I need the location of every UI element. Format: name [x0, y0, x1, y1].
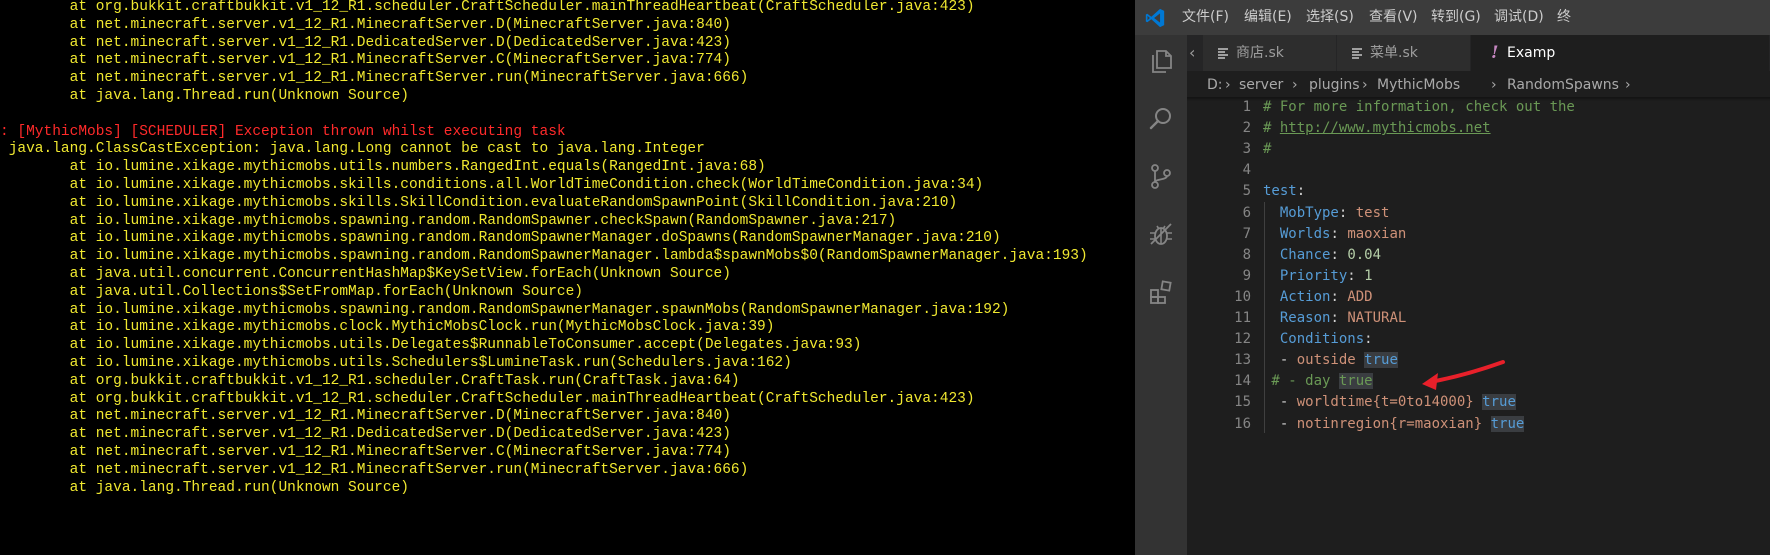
line-number: 3 [1242, 141, 1251, 158]
source-control-icon[interactable] [1147, 162, 1175, 190]
console-line: at net.minecraft.server.v1_12_R1.Dedicat… [0, 426, 731, 443]
code-line[interactable]: - notinregion{r=maoxian} true [1263, 414, 1525, 435]
line-number: 16 [1234, 415, 1251, 432]
line-number: 9 [1242, 267, 1251, 284]
console-line: at io.lumine.xikage.mythicmobs.spawning.… [0, 230, 1001, 247]
console-line: at io.lumine.xikage.mythicmobs.clock.Myt… [0, 319, 775, 336]
line-number: 5 [1242, 183, 1251, 200]
activity-bar [1135, 35, 1187, 555]
console-line: at io.lumine.xikage.mythicmobs.utils.num… [0, 159, 766, 176]
code-line[interactable]: - outside true [1263, 350, 1398, 371]
menu-debug[interactable]: 调试(D) [1494, 0, 1544, 35]
console-line: at net.minecraft.server.v1_12_R1.Minecra… [0, 444, 731, 460]
console-line: at org.bukkit.craftbukkit.v1_12_R1.sched… [0, 0, 975, 15]
console-line: at net.minecraft.server.v1_12_R1.Minecra… [0, 408, 731, 425]
line-number: 2 [1242, 120, 1251, 137]
breadcrumb-item[interactable]: server [1239, 71, 1283, 99]
line-number: 13 [1234, 352, 1251, 369]
vscode-logo-icon [1145, 8, 1165, 28]
menu-view[interactable]: 查看(V) [1369, 0, 1418, 35]
breadcrumb-item[interactable]: plugins [1309, 71, 1360, 99]
editor-scroll-shadow [1187, 97, 1770, 101]
chevron-right-icon: › [1625, 77, 1631, 93]
console-line: at net.minecraft.server.v1_12_R1.Minecra… [0, 52, 731, 69]
console-line: at java.util.concurrent.ConcurrentHashMa… [0, 266, 731, 282]
code-line[interactable]: # - day true [1263, 371, 1373, 392]
line-number: 8 [1242, 246, 1251, 263]
console-line: at net.minecraft.server.v1_12_R1.Minecra… [0, 461, 749, 478]
line-number: 10 [1234, 288, 1251, 305]
breadcrumb-item[interactable]: MythicMobs [1377, 71, 1460, 99]
console-line: at io.lumine.xikage.mythicmobs.spawning.… [0, 212, 897, 229]
console-line: at java.util.Collections$SetFromMap.forE… [0, 283, 583, 300]
console-line: at io.lumine.xikage.mythicmobs.skills.co… [0, 177, 984, 193]
code-line[interactable]: Action: ADD [1263, 287, 1373, 308]
code-line[interactable]: Reason: NATURAL [1263, 308, 1406, 329]
console-line: at net.minecraft.server.v1_12_R1.Dedicat… [0, 34, 731, 51]
server-console[interactable]: at org.bukkit.craftbukkit.v1_12_R1.sched… [0, 0, 1135, 555]
vscode-window: 文件(F) 编辑(E) 选择(S) 查看(V) 转到(G) 调试(D) 终 ‹ … [1135, 0, 1770, 555]
files-icon[interactable] [1147, 47, 1175, 75]
tab-shop-sk[interactable]: 商店.sk [1203, 35, 1337, 71]
code-line[interactable]: MobType: test [1263, 203, 1390, 224]
menu-selection[interactable]: 选择(S) [1306, 0, 1354, 35]
lines-icon [1352, 48, 1362, 59]
line-number: 4 [1242, 162, 1251, 179]
extensions-icon[interactable] [1147, 278, 1175, 306]
chevron-right-icon: › [1362, 77, 1368, 93]
menu-go[interactable]: 转到(G) [1431, 0, 1481, 35]
chevron-right-icon: › [1225, 77, 1231, 93]
console-line: at io.lumine.xikage.mythicmobs.spawning.… [0, 301, 1010, 318]
console-line: at org.bukkit.craftbukkit.v1_12_R1.sched… [0, 372, 740, 389]
code-line[interactable]: # [1263, 139, 1271, 160]
console-line: at io.lumine.xikage.mythicmobs.utils.Sch… [0, 355, 792, 371]
console-line: java.lang.ClassCastException: java.lang.… [0, 141, 705, 158]
tab-scroll-left-icon[interactable]: ‹ [1189, 35, 1195, 71]
console-line: at net.minecraft.server.v1_12_R1.Minecra… [0, 70, 749, 87]
line-number: 15 [1234, 394, 1251, 411]
line-number: 6 [1242, 204, 1251, 221]
code-line[interactable]: test: [1263, 181, 1305, 202]
console-line: at net.minecraft.server.v1_12_R1.Minecra… [0, 16, 731, 33]
console-line: at java.lang.Thread.run(Unknown Source) [0, 479, 409, 496]
tab-label: 商店.sk [1236, 45, 1284, 61]
menu-terminal[interactable]: 终 [1557, 0, 1571, 35]
tab-bar: ‹ 商店.sk 菜单.sk ! Examp [1187, 35, 1770, 71]
code-line[interactable]: Conditions: [1263, 329, 1373, 350]
line-number: 12 [1234, 331, 1251, 348]
menu-edit[interactable]: 编辑(E) [1244, 0, 1292, 35]
code-line[interactable]: # http://www.mythicmobs.net [1263, 118, 1491, 139]
menu-file[interactable]: 文件(F) [1182, 0, 1229, 35]
line-number: 14 [1234, 373, 1251, 390]
console-error-line: : [MythicMobs] [SCHEDULER] Exception thr… [0, 123, 566, 140]
chevron-right-icon: › [1491, 77, 1497, 93]
tab-label: 菜单.sk [1370, 45, 1418, 61]
exclamation-icon: ! [1491, 43, 1499, 63]
console-line: at io.lumine.xikage.mythicmobs.utils.Del… [0, 337, 862, 354]
tab-label: Examp [1507, 45, 1556, 61]
console-line: at org.bukkit.craftbukkit.v1_12_R1.sched… [0, 390, 975, 407]
console-line: at java.lang.Thread.run(Unknown Source) [0, 88, 409, 104]
tab-menu-sk[interactable]: 菜单.sk [1337, 35, 1471, 71]
breadcrumb-item[interactable]: RandomSpawns [1507, 71, 1619, 99]
tab-example-yml[interactable]: ! Examp [1471, 35, 1770, 71]
lines-icon [1218, 48, 1228, 59]
code-line[interactable]: Priority: 1 [1263, 266, 1373, 287]
chevron-right-icon: › [1292, 77, 1298, 93]
code-editor[interactable]: 1 # For more information, check out the 2 #… [1187, 97, 1770, 555]
annotation-arrow-icon [1422, 360, 1505, 390]
console-line: at io.lumine.xikage.mythicmobs.spawning.… [0, 248, 1088, 265]
breadcrumb-item[interactable]: D: [1207, 71, 1223, 99]
search-icon[interactable] [1147, 105, 1175, 133]
line-number: 11 [1234, 310, 1251, 326]
code-line[interactable]: Chance: 0.04 [1263, 245, 1381, 266]
title-bar: 文件(F) 编辑(E) 选择(S) 查看(V) 转到(G) 调试(D) 终 [1135, 0, 1770, 35]
line-number: 7 [1242, 225, 1251, 242]
code-line[interactable]: Worlds: maoxian [1263, 224, 1406, 245]
console-line: at io.lumine.xikage.mythicmobs.skills.Sk… [0, 194, 958, 211]
breadcrumb: D: › server › plugins › MythicMobs › RandomSpawn… [1187, 71, 1770, 99]
debug-icon[interactable] [1147, 220, 1175, 248]
